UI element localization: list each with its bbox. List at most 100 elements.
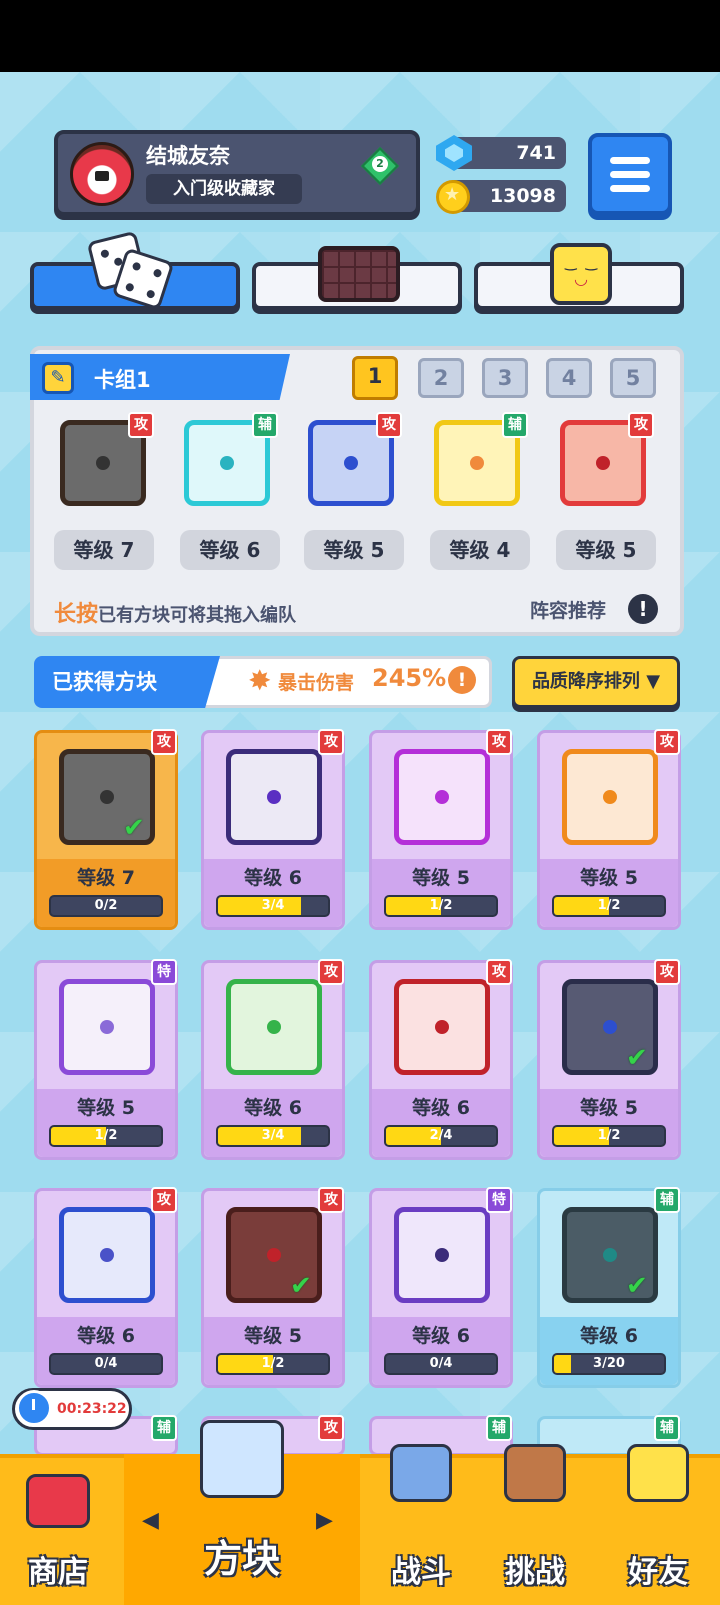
deck-tab-3[interactable]: 3 xyxy=(482,358,528,398)
type-badge: 攻 xyxy=(318,959,344,985)
type-badge: 攻 xyxy=(486,729,512,755)
nav-item-friends[interactable]: 好友 xyxy=(596,1444,720,1605)
upgrade-progress-bar: 2/4 xyxy=(384,1125,498,1147)
pencil-icon[interactable]: ✎ xyxy=(42,362,74,394)
player-name: 结城友奈 xyxy=(146,144,230,168)
battle-icon xyxy=(390,1444,452,1502)
block-tile xyxy=(59,979,155,1075)
nav-item-shop[interactable]: 商店 xyxy=(0,1454,116,1605)
block-dot xyxy=(344,456,358,470)
type-badge: 攻 xyxy=(318,1415,344,1441)
chocolate-block-icon xyxy=(318,246,400,302)
upgrade-progress-bar: 1/2 xyxy=(552,1125,666,1147)
upgrade-progress-bar: 0/4 xyxy=(49,1353,163,1375)
menu-button[interactable] xyxy=(588,133,672,215)
type-badge: 攻 xyxy=(376,412,402,438)
obtained-label: 已获得方块 xyxy=(34,656,220,708)
block-level: 等级 5 xyxy=(580,867,638,889)
block-card[interactable]: 攻等级 6 3/4 xyxy=(201,959,345,1160)
deck-tab-5[interactable]: 5 xyxy=(610,358,656,398)
block-dot xyxy=(267,1020,281,1034)
friends-icon xyxy=(627,1444,689,1502)
nav-right-arrow-icon[interactable]: ▶ xyxy=(316,1508,333,1533)
block-level: 等级 7 xyxy=(77,867,135,889)
block-tile xyxy=(394,1207,490,1303)
block-card[interactable]: ✔ 辅等级 6 3/20 xyxy=(537,1187,681,1388)
rank-number: 2 xyxy=(372,156,388,172)
block-dot xyxy=(435,1020,449,1034)
nav-item-challenge[interactable]: 挑战 xyxy=(482,1444,588,1605)
block-card[interactable]: 特等级 6 0/4 xyxy=(369,1187,513,1388)
nav-item-battle[interactable]: 战斗 xyxy=(368,1444,474,1605)
smiley-block-icon xyxy=(550,243,612,305)
block-dot xyxy=(267,1248,281,1262)
deck-slot-2[interactable]: 辅 xyxy=(180,412,278,514)
progress-text: 0/4 xyxy=(94,1356,118,1371)
nav-left-arrow-icon[interactable]: ◀ xyxy=(142,1508,159,1533)
hint-text: 已有方块可将其拖入编队 xyxy=(98,605,297,626)
block-card[interactable]: 攻等级 5 1/2 xyxy=(369,729,513,930)
upgrade-progress-bar: 3/4 xyxy=(216,895,330,917)
avatar[interactable] xyxy=(70,142,134,206)
deck-slot-5[interactable]: 攻 xyxy=(556,412,654,514)
block-level: 等级 6 xyxy=(77,1325,135,1347)
crit-info-icon[interactable]: ! xyxy=(448,666,476,694)
upgrade-progress-bar: 0/4 xyxy=(384,1353,498,1375)
progress-text: 1/2 xyxy=(429,898,453,913)
deck-title-bar[interactable]: ✎ 卡组1 xyxy=(30,354,290,400)
block-dot xyxy=(596,456,610,470)
rank-ribbon-icon[interactable]: 2 xyxy=(360,146,400,200)
block-level: 等级 6 xyxy=(244,867,302,889)
type-badge: 辅 xyxy=(654,1187,680,1213)
type-badge: 辅 xyxy=(486,1415,512,1441)
progress-text: 0/4 xyxy=(429,1356,453,1371)
deck-slot-1[interactable]: 攻 xyxy=(56,412,154,514)
type-badge: 辅 xyxy=(502,412,528,438)
block-dot xyxy=(100,1020,114,1034)
crit-burst-icon: ✸ xyxy=(248,664,272,697)
upgrade-progress-bar: 3/4 xyxy=(216,1125,330,1147)
type-badge: 攻 xyxy=(654,729,680,755)
type-badge: 辅 xyxy=(252,412,278,438)
type-badge: 攻 xyxy=(128,412,154,438)
block-dot xyxy=(267,790,281,804)
deck-tab-1[interactable]: 1 xyxy=(352,356,398,400)
nav-label: 挑战 xyxy=(505,1555,565,1590)
lineup-recommend-label[interactable]: 阵容推荐 xyxy=(530,596,606,623)
deck-tab-2[interactable]: 2 xyxy=(418,358,464,398)
block-card[interactable]: ✔ 攻等级 5 1/2 xyxy=(537,959,681,1160)
block-level: 等级 5 xyxy=(77,1097,135,1119)
info-icon[interactable]: ! xyxy=(628,594,658,624)
player-title: 入门级收藏家 xyxy=(146,174,302,204)
coin-icon xyxy=(436,180,470,214)
block-level: 等级 6 xyxy=(244,1097,302,1119)
block-tile xyxy=(226,979,322,1075)
deck-slot-level: 等级 5 xyxy=(556,530,656,570)
block-card[interactable]: 攻等级 6 2/4 xyxy=(369,959,513,1160)
progress-text: 3/4 xyxy=(261,898,285,913)
block-dot xyxy=(470,456,484,470)
player-profile-card[interactable]: 结城友奈 入门级收藏家 2 xyxy=(54,130,420,216)
type-badge: 攻 xyxy=(151,1187,177,1213)
block-level: 等级 5 xyxy=(244,1325,302,1347)
deck-slot-4[interactable]: 辅 xyxy=(430,412,528,514)
deck-tab-4[interactable]: 4 xyxy=(546,358,592,398)
crit-label: 暴击伤害 xyxy=(278,672,355,694)
block-card[interactable]: 攻等级 6 3/4 xyxy=(201,729,345,930)
nav-label: 方块 xyxy=(203,1537,280,1581)
progress-text: 0/2 xyxy=(94,898,118,913)
block-dot xyxy=(100,790,114,804)
block-level: 等级 6 xyxy=(580,1325,638,1347)
block-card[interactable]: 攻等级 5 1/2 xyxy=(537,729,681,930)
deck-slot-3[interactable]: 攻 xyxy=(304,412,402,514)
sort-dropdown[interactable]: 品质降序排列 ▼ xyxy=(512,656,680,708)
type-badge: 特 xyxy=(151,959,177,985)
mystery-block-icon xyxy=(200,1420,284,1498)
block-card[interactable]: ✔ 攻等级 7 0/2 xyxy=(34,729,178,930)
nav-label: 战斗 xyxy=(391,1555,451,1590)
block-card[interactable]: 攻等级 6 0/4 xyxy=(34,1187,178,1388)
block-card[interactable]: 特等级 5 1/2 xyxy=(34,959,178,1160)
block-dot xyxy=(603,1248,617,1262)
block-card[interactable]: ✔ 攻等级 5 1/2 xyxy=(201,1187,345,1388)
upgrade-progress-bar: 1/2 xyxy=(49,1125,163,1147)
